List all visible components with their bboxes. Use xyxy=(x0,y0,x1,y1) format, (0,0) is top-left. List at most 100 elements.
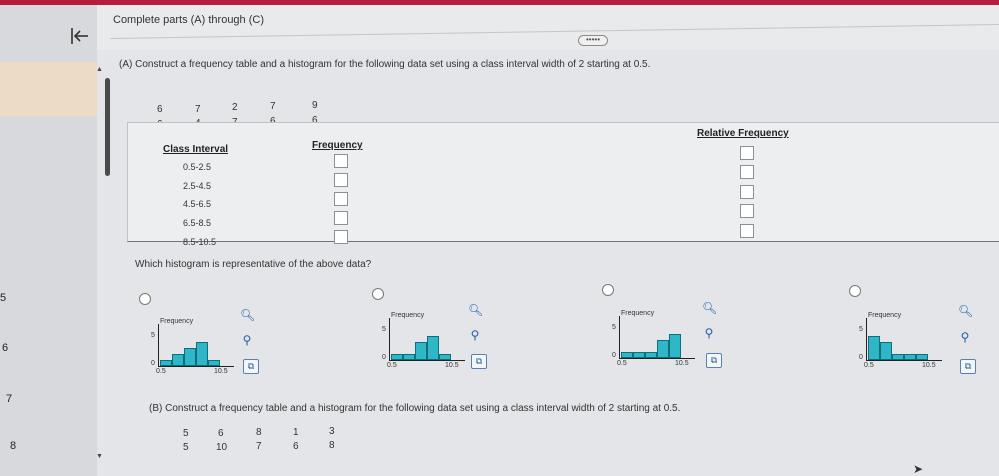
frequency-input[interactable] xyxy=(334,192,348,206)
left-item-number[interactable]: 8 xyxy=(10,440,16,452)
part-b-title: (B) Construct a frequency table and a hi… xyxy=(149,403,681,414)
histogram-y0: 0 xyxy=(612,352,616,359)
histogram-bar xyxy=(645,352,657,358)
histogram-option-a: Frequency 5 0 0.5 10.5 xyxy=(150,318,240,376)
histogram-xmax: 10.5 xyxy=(922,362,936,369)
more-button[interactable]: ••••• xyxy=(578,35,608,46)
magnify-icon[interactable]: 🔍︎ xyxy=(240,308,255,322)
histogram-bar xyxy=(391,354,403,360)
histogram-question: Which histogram is representative of the… xyxy=(135,259,372,270)
zoom-out-icon[interactable]: ⚲ xyxy=(240,333,254,347)
data-value: 6 xyxy=(218,428,224,439)
data-value: 7 xyxy=(195,104,201,115)
histogram-bar xyxy=(657,340,669,358)
zoom-out-icon[interactable]: ⚲ xyxy=(702,326,716,340)
data-value: 7 xyxy=(270,101,276,112)
histogram-option-b: Frequency 5 0 0.5 10.5 xyxy=(381,312,471,370)
histogram-ytick: 5 xyxy=(382,326,386,333)
data-value: 5 xyxy=(183,428,189,439)
page-title: Complete parts (A) through (C) xyxy=(113,14,264,26)
histogram-x-axis xyxy=(389,360,465,361)
histogram-xmin: 0.5 xyxy=(864,362,874,369)
data-value: 3 xyxy=(329,426,335,437)
relative-frequency-input[interactable] xyxy=(740,185,754,199)
relative-frequency-input[interactable] xyxy=(740,165,754,179)
histogram-y-axis xyxy=(866,318,867,360)
relative-frequency-header: Relative Frequency xyxy=(697,128,789,139)
option-a-radio[interactable] xyxy=(139,293,151,305)
mouse-cursor-icon: ➤ xyxy=(913,462,924,476)
relative-frequency-input[interactable] xyxy=(740,224,754,238)
vertical-scrollbar[interactable] xyxy=(105,78,110,176)
frequency-input[interactable] xyxy=(334,230,348,244)
histogram-bar xyxy=(439,354,451,360)
part-a-title: (A) Construct a frequency table and a hi… xyxy=(119,59,651,70)
popout-icon[interactable]: ⧉ xyxy=(471,354,487,369)
histogram-bar xyxy=(172,354,184,366)
frequency-input[interactable] xyxy=(334,173,348,187)
scroll-down-arrow-icon[interactable]: ▼ xyxy=(96,453,103,460)
frequency-input[interactable] xyxy=(334,154,348,168)
data-value: 10 xyxy=(216,442,228,453)
data-value: 6 xyxy=(293,441,299,452)
option-c-radio[interactable] xyxy=(602,284,614,296)
data-value: 8 xyxy=(329,440,335,451)
data-value: 1 xyxy=(293,427,299,438)
histogram-bar xyxy=(892,354,904,360)
histogram-bar xyxy=(403,354,415,360)
data-value: 5 xyxy=(183,442,189,453)
histogram-bar xyxy=(415,342,427,360)
class-interval-row: 8.5-10.5 xyxy=(183,237,217,247)
zoom-out-icon[interactable]: ⚲ xyxy=(958,330,972,344)
histogram-bar xyxy=(621,352,633,358)
zoom-out-icon[interactable]: ⚲ xyxy=(468,328,482,342)
magnify-icon[interactable]: 🔍︎ xyxy=(958,304,973,318)
frequency-input[interactable] xyxy=(334,211,348,225)
histogram-option-c: Frequency 5 0 0.5 10.5 xyxy=(611,310,701,368)
left-item-number[interactable]: 7 xyxy=(6,393,12,405)
relative-frequency-input[interactable] xyxy=(740,204,754,218)
histogram-bar xyxy=(633,352,645,358)
histogram-ytick: 5 xyxy=(151,332,155,339)
class-interval-row: 4.5-6.5 xyxy=(183,199,212,209)
popout-icon[interactable]: ⧉ xyxy=(960,359,976,374)
histogram-xmax: 10.5 xyxy=(214,368,228,375)
option-b-radio[interactable] xyxy=(372,288,384,300)
frequency-table xyxy=(127,122,999,242)
histogram-bar xyxy=(868,336,880,360)
option-d-radio[interactable] xyxy=(849,285,861,297)
magnify-icon[interactable]: 🔍︎ xyxy=(468,303,483,317)
histogram-ytick: 5 xyxy=(859,326,863,333)
header-divider xyxy=(109,24,999,39)
histogram-bar xyxy=(669,334,681,358)
histogram-x-axis xyxy=(158,366,234,367)
collapse-left-icon[interactable] xyxy=(68,24,92,48)
scroll-up-arrow-icon[interactable]: ▲ xyxy=(96,66,103,73)
histogram-xmin: 0.5 xyxy=(387,362,397,369)
histogram-y0: 0 xyxy=(859,354,863,361)
data-value: 8 xyxy=(256,427,262,438)
data-value: 9 xyxy=(312,100,318,111)
popout-icon[interactable]: ⧉ xyxy=(706,353,722,368)
histogram-bar xyxy=(916,354,928,360)
histogram-bar xyxy=(196,342,208,366)
histogram-y-axis xyxy=(619,316,620,358)
histogram-bar xyxy=(184,348,196,366)
left-item-number[interactable]: 6 xyxy=(2,342,8,354)
histogram-ylabel: Frequency xyxy=(621,310,655,317)
histogram-bar xyxy=(160,360,172,366)
histogram-xmin: 0.5 xyxy=(156,368,166,375)
histogram-x-axis xyxy=(866,360,942,361)
histogram-x-axis xyxy=(619,358,695,359)
histogram-ylabel: Frequency xyxy=(160,318,194,325)
relative-frequency-input[interactable] xyxy=(740,146,754,160)
histogram-y-axis xyxy=(158,324,159,366)
popout-icon[interactable]: ⧉ xyxy=(243,359,259,374)
data-value: 7 xyxy=(256,441,262,452)
data-value: 2 xyxy=(232,102,238,113)
histogram-y0: 0 xyxy=(382,354,386,361)
magnify-icon[interactable]: 🔍︎ xyxy=(702,301,717,315)
left-item-number[interactable]: 5 xyxy=(0,292,6,304)
class-interval-row: 0.5-2.5 xyxy=(183,162,212,172)
class-interval-row: 2.5-4.5 xyxy=(183,181,212,191)
